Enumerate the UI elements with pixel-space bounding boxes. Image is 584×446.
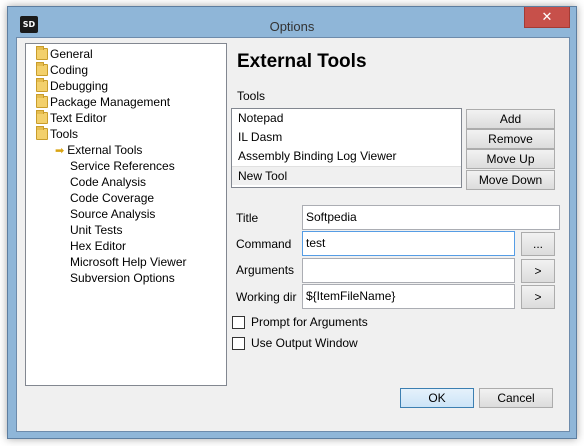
add-button[interactable]: Add xyxy=(466,109,555,129)
dialog-client-area: General Coding Debugging Package Managem… xyxy=(16,37,570,432)
tree-item-label: Debugging xyxy=(50,79,109,93)
tree-item-code-coverage[interactable]: Code Coverage xyxy=(70,190,154,206)
command-field[interactable]: test xyxy=(302,231,515,256)
title-bar[interactable]: SD Options ✕ xyxy=(8,7,576,37)
tree-item-tools[interactable]: Tools xyxy=(36,126,78,142)
folder-icon xyxy=(36,62,48,76)
options-tree[interactable]: General Coding Debugging Package Managem… xyxy=(25,43,227,386)
arguments-label: Arguments xyxy=(236,263,295,277)
browse-command-button[interactable]: ... xyxy=(521,232,555,256)
close-button[interactable]: ✕ xyxy=(524,7,570,28)
folder-open-icon xyxy=(36,126,48,140)
title-label: Title xyxy=(236,211,259,225)
tree-item-external-tools[interactable]: ➡ External Tools xyxy=(55,142,142,158)
working-dir-field[interactable]: ${ItemFileName} xyxy=(302,284,515,309)
folder-icon xyxy=(36,78,48,92)
list-item[interactable]: Assembly Binding Log Viewer xyxy=(232,147,461,166)
list-item-selected[interactable]: New Tool xyxy=(232,166,461,185)
tree-item-package-management[interactable]: Package Management xyxy=(36,94,170,110)
folder-icon xyxy=(36,94,48,108)
page-title: External Tools xyxy=(237,51,367,72)
tree-item-hex-editor[interactable]: Hex Editor xyxy=(70,238,126,254)
tools-list[interactable]: Notepad IL Dasm Assembly Binding Log Vie… xyxy=(231,108,462,188)
tree-item-code-analysis[interactable]: Code Analysis xyxy=(70,174,146,190)
use-output-window-label: Use Output Window xyxy=(251,336,358,350)
tree-item-microsoft-help-viewer[interactable]: Microsoft Help Viewer xyxy=(70,254,186,270)
tree-item-service-references[interactable]: Service References xyxy=(70,158,175,174)
ok-button[interactable]: OK xyxy=(400,388,474,408)
arguments-field[interactable] xyxy=(302,258,515,283)
window-title: Options xyxy=(269,19,315,34)
tree-item-coding[interactable]: Coding xyxy=(36,62,88,78)
list-item[interactable]: Notepad xyxy=(232,109,461,128)
prompt-arguments-checkbox[interactable] xyxy=(232,316,245,329)
title-field[interactable]: Softpedia xyxy=(302,205,560,230)
folder-icon xyxy=(36,110,48,124)
working-dir-menu-button[interactable]: > xyxy=(521,285,555,309)
options-window: SD Options ✕ General Coding Debugging Pa… xyxy=(7,6,577,439)
folder-icon xyxy=(36,46,48,60)
list-item[interactable]: IL Dasm xyxy=(232,128,461,147)
tree-item-general[interactable]: General xyxy=(36,46,93,62)
tree-item-label: Coding xyxy=(50,63,89,77)
tools-label: Tools xyxy=(237,89,266,103)
prompt-arguments-label: Prompt for Arguments xyxy=(251,315,368,329)
tree-item-source-analysis[interactable]: Source Analysis xyxy=(70,206,155,222)
command-label: Command xyxy=(236,237,292,251)
tree-item-subversion-options[interactable]: Subversion Options xyxy=(70,270,175,286)
use-output-window-checkbox[interactable] xyxy=(232,337,245,350)
selected-arrow-icon: ➡ xyxy=(55,145,65,157)
tree-item-label: Tools xyxy=(50,127,79,141)
tree-item-label: Text Editor xyxy=(50,111,107,125)
move-up-button[interactable]: Move Up xyxy=(466,149,555,169)
tree-item-debugging[interactable]: Debugging xyxy=(36,78,108,94)
move-down-button[interactable]: Move Down xyxy=(466,170,555,190)
tree-item-unit-tests[interactable]: Unit Tests xyxy=(70,222,122,238)
tree-item-label: External Tools xyxy=(67,143,143,157)
arguments-menu-button[interactable]: > xyxy=(521,259,555,283)
tree-item-label: General xyxy=(50,47,93,61)
working-dir-label: Working dir xyxy=(236,290,297,304)
tree-item-label: Package Management xyxy=(50,95,171,109)
remove-button[interactable]: Remove xyxy=(466,129,555,149)
tree-item-text-editor[interactable]: Text Editor xyxy=(36,110,107,126)
cancel-button[interactable]: Cancel xyxy=(479,388,553,408)
